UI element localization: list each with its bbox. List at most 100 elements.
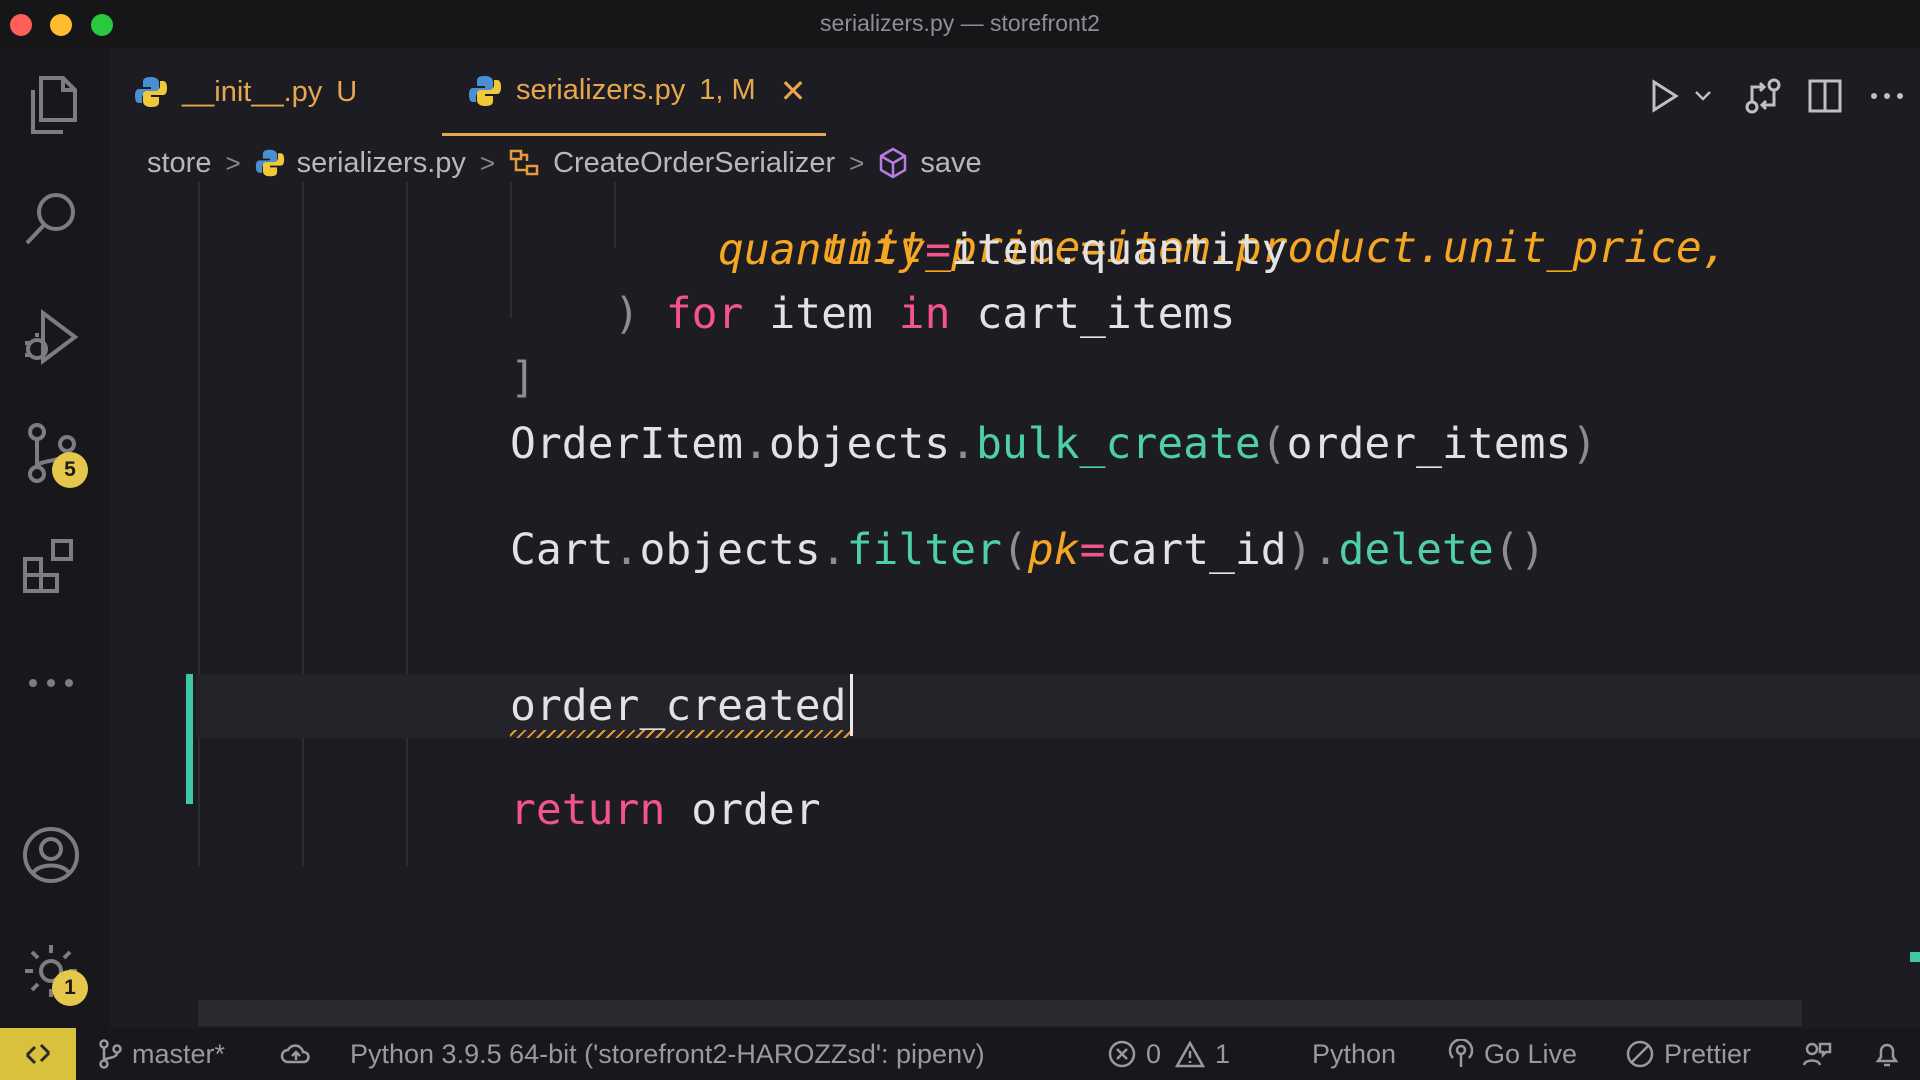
remote-icon <box>25 1043 51 1065</box>
indent-guide <box>614 182 616 248</box>
chevron-right-icon: > <box>225 147 241 178</box>
run-dropdown-chevron-icon[interactable] <box>1694 76 1712 116</box>
accounts-icon[interactable] <box>18 822 84 888</box>
git-branch-item[interactable]: master* <box>98 1028 225 1080</box>
code-line: unit_price=item.product.unit_price, <box>718 182 1728 273</box>
code-token: objects <box>639 525 821 575</box>
code-token: ) <box>614 289 640 339</box>
code-line: quantity=item.quantity <box>718 218 1288 282</box>
feedback-icon[interactable] <box>1802 1028 1842 1080</box>
overview-ruler-marker <box>1910 952 1920 962</box>
run-python-file-icon[interactable] <box>1650 76 1680 116</box>
breadcrumb-file[interactable]: serializers.py <box>255 147 466 180</box>
prettier-label: Prettier <box>1664 1038 1752 1069</box>
code-token: cart_id <box>1105 525 1287 575</box>
warning-count: 1 <box>1215 1038 1231 1069</box>
go-live-item[interactable]: Go Live <box>1448 1028 1577 1080</box>
python-file-icon <box>135 77 167 107</box>
indent-guide <box>198 182 200 867</box>
code-token: cart_items <box>976 289 1236 339</box>
breadcrumb-folder[interactable]: store <box>147 147 211 180</box>
breadcrumb-method-label: save <box>920 146 982 179</box>
tab-status: 1, M <box>699 74 756 106</box>
title-bar: serializers.py — storefront2 <box>0 0 1920 48</box>
python-file-icon <box>469 75 501 106</box>
editor-tab-bar: __init__.py U serializers.py 1, M ✕ <box>110 48 1920 144</box>
explorer-icon[interactable] <box>18 72 84 138</box>
breadcrumb-method[interactable]: save <box>878 146 982 180</box>
code-token: item.quantity <box>951 225 1288 275</box>
broadcast-icon <box>1448 1039 1474 1067</box>
tab-label: __init__.py <box>182 75 323 108</box>
extensions-icon[interactable] <box>18 534 84 600</box>
code-line: return order <box>510 778 821 842</box>
code-token: item <box>769 289 873 339</box>
code-token: order <box>691 785 821 835</box>
method-cube-icon <box>880 147 907 179</box>
warning-icon <box>1175 1040 1206 1068</box>
more-actions-icon[interactable] <box>1870 76 1904 116</box>
code-token: Cart <box>510 525 614 575</box>
search-icon[interactable] <box>18 186 84 252</box>
code-token: for <box>665 289 744 339</box>
python-interpreter-item[interactable]: Python 3.9.5 64-bit ('storefront2-HAROZZ… <box>350 1028 985 1080</box>
chevron-right-icon: > <box>849 147 865 178</box>
code-token: return <box>510 785 666 835</box>
code-token: in <box>898 289 951 339</box>
open-changes-icon[interactable] <box>1744 76 1782 116</box>
tab-serializers-py[interactable]: serializers.py 1, M ✕ <box>442 48 826 136</box>
close-tab-icon[interactable]: ✕ <box>780 72 807 110</box>
code-token: pk <box>1027 525 1080 575</box>
activity-bar: 5 1 <box>0 48 110 1028</box>
indent-guide <box>406 182 408 867</box>
tab-init-py[interactable]: __init__.py U <box>134 48 357 136</box>
prettier-disabled-icon <box>1626 1040 1654 1068</box>
breadcrumb-file-label: serializers.py <box>296 146 466 179</box>
code-editor[interactable]: unit_price=item.product.unit_price, quan… <box>110 182 1920 1028</box>
indent-guide <box>510 182 512 318</box>
code-line: ) for item in cart_items <box>614 282 1235 346</box>
class-symbol-icon <box>509 149 539 176</box>
breadcrumb: store > serializers.py > CreateOrderSeri… <box>110 144 1920 182</box>
breadcrumb-class[interactable]: CreateOrderSerializer <box>509 147 835 180</box>
more-views-icon[interactable] <box>18 650 84 716</box>
status-bar: master* Python 3.9.5 64-bit ('storefront… <box>0 1028 1920 1080</box>
window-title: serializers.py — storefront2 <box>820 10 1100 36</box>
error-icon <box>1108 1040 1136 1068</box>
problems-item[interactable]: 0 1 <box>1108 1028 1230 1080</box>
horizontal-scrollbar[interactable] <box>198 1000 1802 1026</box>
go-live-label: Go Live <box>1484 1038 1578 1069</box>
code-token: bulk_create <box>976 419 1261 469</box>
indent-guide <box>302 182 304 867</box>
git-branch-label: master* <box>132 1038 226 1069</box>
code-token: OrderItem <box>510 419 743 469</box>
remote-indicator-button[interactable] <box>0 1028 76 1080</box>
error-count: 0 <box>1146 1038 1162 1069</box>
notifications-bell-icon[interactable] <box>1874 1028 1910 1080</box>
tab-status: U <box>336 75 358 108</box>
breadcrumb-class-label: CreateOrderSerializer <box>553 146 836 179</box>
code-token: ] <box>510 353 536 403</box>
current-line-highlight <box>196 674 1920 738</box>
chevron-right-icon: > <box>479 147 496 178</box>
code-token: order_items <box>1286 419 1572 469</box>
code-line: order_created <box>510 674 847 738</box>
prettier-item[interactable]: Prettier <box>1626 1028 1751 1080</box>
python-file-icon <box>255 149 284 177</box>
git-added-gutter-marker <box>186 674 193 804</box>
code-token: filter <box>846 525 1002 575</box>
source-control-badge: 5 <box>52 452 88 488</box>
tab-label: serializers.py <box>516 74 686 106</box>
warning-squiggle <box>510 730 850 738</box>
code-token: quantity <box>718 225 926 275</box>
text-cursor <box>850 674 853 736</box>
settings-badge: 1 <box>52 970 88 1006</box>
split-editor-icon[interactable] <box>1808 76 1842 116</box>
git-branch-icon <box>99 1039 122 1069</box>
run-debug-icon[interactable] <box>18 304 84 370</box>
code-line: Cart.objects.filter(pk=cart_id).delete() <box>510 525 1546 575</box>
code-token: order_created <box>510 681 847 731</box>
sync-cloud-icon[interactable] <box>280 1028 322 1080</box>
language-mode-item[interactable]: Python <box>1312 1028 1396 1080</box>
code-token: = <box>925 225 951 275</box>
